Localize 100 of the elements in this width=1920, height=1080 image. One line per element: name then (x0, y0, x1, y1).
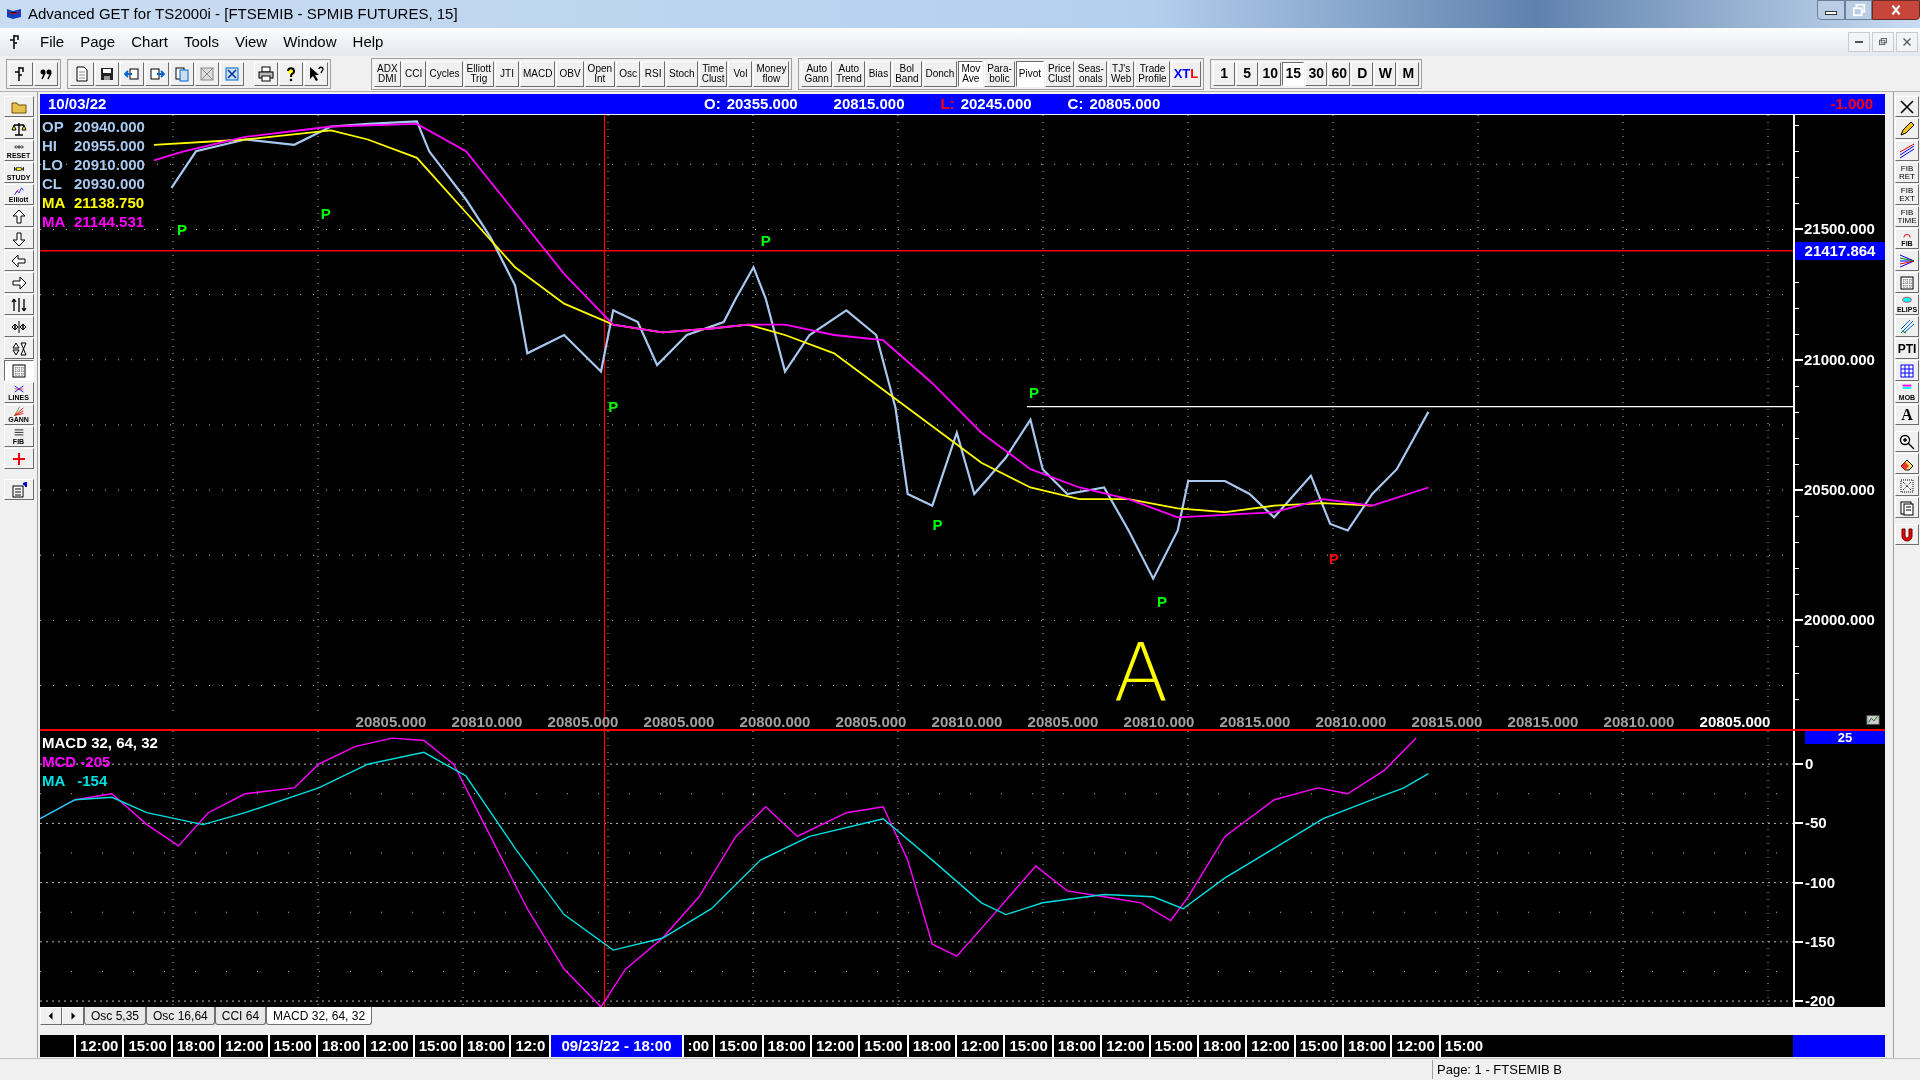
overlay-button[interactable]: Seas- onals (1074, 60, 1107, 87)
legend-value: 20910.000 (74, 155, 145, 174)
restore-button[interactable] (1845, 0, 1872, 20)
field-label: C: (1067, 93, 1084, 114)
interval-button[interactable]: W (1374, 61, 1397, 86)
legend-value: 21144.531 (74, 212, 145, 231)
indicator-button[interactable]: ADX DMI (374, 60, 401, 87)
overlay-button[interactable]: TJ's Web (1107, 60, 1135, 87)
menu-item[interactable]: Help (344, 30, 392, 54)
document-icon (74, 65, 90, 82)
interval-button[interactable]: 60 (1328, 61, 1351, 86)
indicator-button[interactable]: JTI (495, 60, 520, 87)
toolbar-button[interactable]: FIB EXT (1895, 184, 1919, 205)
axis-label: 0 (1805, 755, 1814, 774)
interval-button[interactable]: D (1351, 61, 1374, 86)
overlay-button[interactable]: Bol Band (892, 60, 922, 87)
legend-label: MA (42, 212, 67, 231)
overlay-button[interactable]: XTL (1170, 60, 1202, 87)
indicator-button[interactable]: Osc (616, 60, 641, 87)
menu-item[interactable]: Page (72, 30, 124, 54)
overlay-button[interactable]: Pivot (1015, 60, 1044, 87)
interval-button[interactable]: 10 (1259, 61, 1282, 86)
axis-label: 20815.000 (1506, 712, 1580, 729)
overlay-button[interactable]: Para- bolic (984, 60, 1015, 87)
tab[interactable]: Osc 16,64 (146, 1007, 215, 1025)
menu-item[interactable]: Tools (175, 30, 227, 54)
indicator-button[interactable]: Vol (728, 60, 753, 87)
vertical-arrows-icon (9, 296, 28, 313)
scroll-left-button[interactable] (40, 1007, 62, 1025)
toolbar-button[interactable]: FIB RET (1895, 162, 1919, 183)
menu-item[interactable]: Window (275, 30, 345, 54)
indicator-button[interactable]: Stoch (666, 60, 698, 87)
legend-value: 20955.000 (74, 136, 145, 155)
indicator-button[interactable]: Time Clust (698, 60, 728, 87)
legend-label: MCD -205 (42, 752, 112, 771)
overlay-button[interactable]: Price Clust (1045, 60, 1074, 87)
axis-label: 21500.000 (1804, 220, 1875, 239)
minimize-icon (1855, 41, 1863, 43)
indicator-button[interactable]: MACD (520, 60, 556, 87)
interval-button[interactable]: 1 (1213, 61, 1236, 86)
tab[interactable]: MACD 32, 64, 32 (266, 1007, 373, 1025)
toolbar-button[interactable]: A (1895, 404, 1919, 425)
tab[interactable]: CCI 64 (214, 1007, 267, 1025)
grid-icon (199, 65, 215, 82)
interval-button[interactable]: M (1397, 61, 1420, 86)
menu-item[interactable]: View (226, 30, 276, 54)
indicator-button[interactable]: Open Int (584, 60, 616, 87)
printer-icon (258, 65, 274, 82)
axis-label: 20805.000 (1698, 712, 1772, 729)
menu-item[interactable]: Chart (123, 30, 176, 54)
indicator-button[interactable]: CCI (401, 60, 426, 87)
axis-label: 20805.000 (834, 712, 908, 729)
overlay-button[interactable]: Auto Gann (801, 60, 832, 87)
indicator-button[interactable]: Elliott Trig (463, 60, 495, 87)
indicator-button[interactable]: Cycles (426, 60, 463, 87)
scroll-right-button[interactable] (62, 1007, 84, 1025)
toolbar-button[interactable]: FIB TIME (1895, 206, 1919, 227)
tab[interactable]: Osc 5,35 (84, 1007, 147, 1025)
parallel-lines-icon (1899, 142, 1915, 159)
minimize-icon (1825, 11, 1837, 15)
legend-label: CL (42, 174, 63, 193)
field-label: O: (704, 93, 721, 114)
axis-label: -150 (1805, 932, 1836, 951)
axis-label: -100 (1805, 873, 1836, 892)
field-value: 20815.000 (833, 93, 905, 114)
overlay-button[interactable]: Donch (922, 60, 958, 87)
arrow-box-icon (149, 65, 165, 82)
grid-icon (1899, 274, 1915, 291)
pivot-marker: P (608, 397, 619, 415)
window-title: Advanced GET for TS2000i - [FTSEMIB - SPMIB FUTURES, 15] (28, 3, 458, 24)
hourglass-icon (9, 340, 28, 357)
interval-button[interactable]: 5 (1236, 61, 1259, 86)
overlay-button[interactable]: Bias (865, 60, 892, 87)
grid-icon (9, 362, 28, 379)
minimize-button[interactable] (1817, 0, 1845, 20)
time-label: 09/23/22 - 18:00 (549, 1035, 682, 1057)
restore-button[interactable] (1872, 32, 1894, 52)
interval-button[interactable]: 30 (1305, 61, 1328, 86)
menu-item[interactable]: File (32, 30, 73, 54)
close-icon (1899, 98, 1915, 115)
indicator-button[interactable]: OBV (556, 60, 584, 87)
indicator-button[interactable]: Money flow (753, 60, 790, 87)
overlay-button[interactable]: Auto Trend (832, 60, 865, 87)
magnet-icon (1899, 526, 1915, 543)
right-arrow-icon (9, 274, 28, 291)
minimize-button[interactable] (1848, 32, 1870, 52)
interval-button[interactable]: 15 (1282, 61, 1305, 86)
overlay-button[interactable]: Mov Ave (958, 60, 984, 87)
pivot-marker: P (176, 220, 187, 238)
axis-label: 20805.000 (354, 712, 428, 729)
toolbar-button[interactable]: PTI (1895, 338, 1919, 359)
help-pointer-icon (308, 65, 324, 82)
axis-label: 20810.000 (1314, 712, 1388, 729)
pages-icon (1899, 499, 1915, 516)
pivot-marker: P (1156, 593, 1167, 611)
close-button[interactable] (1872, 0, 1920, 20)
indicator-button[interactable]: RSI (641, 60, 666, 87)
axis-label: 20815.000 (1218, 712, 1292, 729)
pivot-marker: P (1328, 550, 1339, 568)
overlay-button[interactable]: Trade Profile (1135, 60, 1170, 87)
